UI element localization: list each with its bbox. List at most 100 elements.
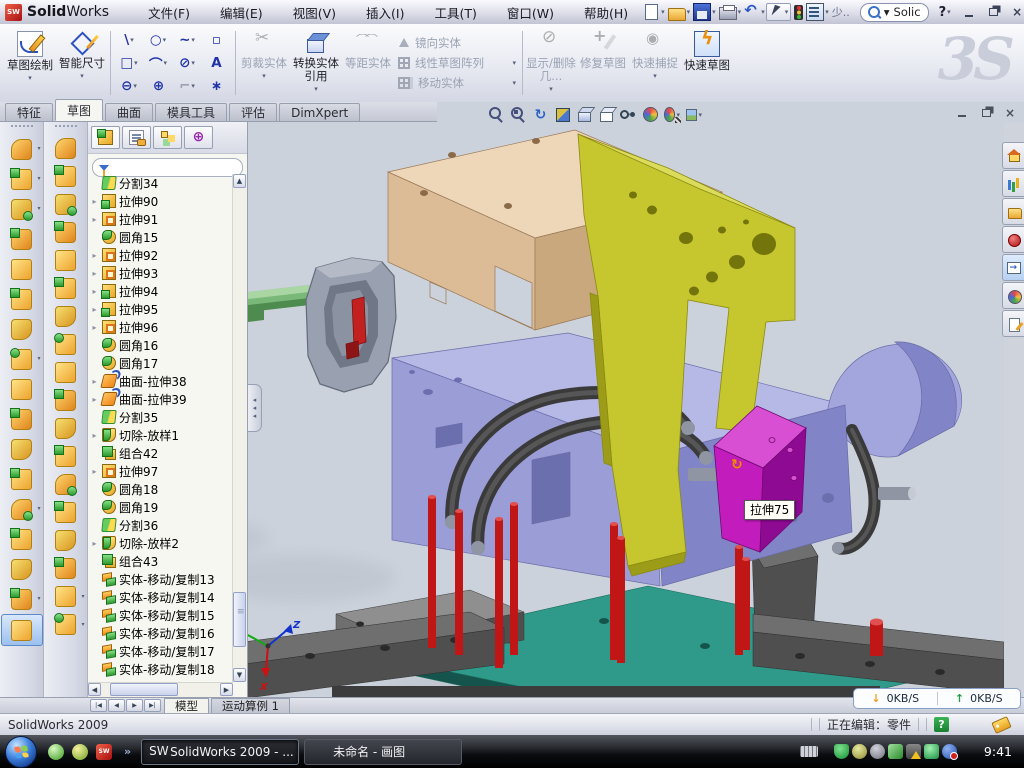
- feature-tool-button[interactable]: [46, 554, 86, 582]
- chevron-down-icon[interactable]: ▾: [761, 8, 765, 16]
- feature-tool-button[interactable]: [2, 284, 42, 314]
- tree-item[interactable]: 组合42: [90, 444, 232, 462]
- chevron-down-icon[interactable]: ▾: [698, 111, 702, 119]
- task-pane-tab[interactable]: [1002, 226, 1024, 253]
- tree-item[interactable]: 分割35: [90, 408, 232, 426]
- view-tool-button[interactable]: ▾: [620, 106, 637, 123]
- sketch-entity-button[interactable]: ○▾: [144, 29, 173, 52]
- quick-launch-icon[interactable]: SW: [96, 744, 112, 760]
- chevron-down-icon[interactable]: ▾: [191, 59, 195, 67]
- feature-tool-button[interactable]: [46, 498, 86, 526]
- tab-nav-button[interactable]: ◀: [108, 699, 125, 712]
- feature-tool-button[interactable]: ▾: [2, 584, 42, 614]
- chevron-down-icon[interactable]: ▾: [785, 8, 789, 16]
- chevron-down-icon[interactable]: ▾: [627, 111, 631, 119]
- view-tool-button[interactable]: ▾: [686, 106, 703, 123]
- toolbar-button[interactable]: ▾: [719, 4, 743, 20]
- chevron-down-icon[interactable]: ▾: [884, 5, 890, 19]
- sketch-entity-button[interactable]: ∼▾: [173, 29, 202, 52]
- chevron-down-icon[interactable]: ▾: [163, 36, 167, 44]
- toolbar-button[interactable]: ▾: [643, 4, 666, 20]
- toolbar-overflow[interactable]: 少..: [830, 4, 852, 20]
- expand-arrow-icon[interactable]: ▸: [90, 215, 99, 224]
- sketch-entity-button[interactable]: A: [202, 52, 231, 75]
- quick-launch-overflow[interactable]: »: [124, 745, 131, 758]
- feature-tool-button[interactable]: [46, 386, 86, 414]
- sketch-entity-button[interactable]: ⊕: [144, 75, 173, 98]
- sketch-entity-button[interactable]: \▾: [115, 29, 144, 52]
- feature-tool-button[interactable]: [1, 614, 43, 646]
- ribbon-stack-button[interactable]: 线性草图阵列 ▾: [398, 55, 520, 71]
- menu-item[interactable]: 窗口(W): [504, 2, 557, 23]
- graphics-viewport[interactable]: Y Z X: [248, 102, 1004, 697]
- menu-item[interactable]: 帮助(H): [581, 2, 631, 23]
- manager-tab[interactable]: [91, 126, 120, 149]
- chevron-down-icon[interactable]: ▾: [80, 70, 84, 83]
- chevron-down-icon[interactable]: ▾: [134, 59, 138, 67]
- sketch-entity-button[interactable]: ⌐▾: [173, 75, 202, 98]
- tab-nav-button[interactable]: |◀: [90, 699, 107, 712]
- tree-horizontal-scrollbar[interactable]: ◀ ▶: [88, 682, 233, 697]
- scrollbar-thumb[interactable]: [233, 592, 246, 647]
- tray-icon[interactable]: [852, 744, 867, 759]
- tree-item[interactable]: ▸ 拉伸96: [90, 318, 232, 336]
- doc-minimize-button[interactable]: [955, 107, 969, 119]
- command-tab[interactable]: 模具工具: [155, 103, 227, 121]
- tree-item[interactable]: 组合43: [90, 552, 232, 570]
- chevron-down-icon[interactable]: ▾: [37, 505, 40, 512]
- chevron-down-icon[interactable]: ▾: [191, 82, 195, 90]
- ribbon-button[interactable]: 显示/删除几... ▾: [525, 26, 577, 100]
- toolbar-grip[interactable]: [55, 125, 77, 131]
- menu-item[interactable]: 工具(T): [431, 2, 479, 23]
- search-box[interactable]: ▾ Solic: [860, 3, 929, 22]
- menu-item[interactable]: 文件(F): [145, 2, 193, 23]
- expand-arrow-icon[interactable]: ▸: [90, 269, 99, 278]
- view-tool-button[interactable]: [532, 106, 549, 123]
- help-button[interactable]: ?: [939, 5, 947, 20]
- tree-item[interactable]: 实体-移动/复制15: [90, 606, 232, 624]
- chevron-down-icon[interactable]: ▾: [676, 111, 680, 119]
- tree-item[interactable]: 实体-移动/复制17: [90, 642, 232, 660]
- chevron-down-icon[interactable]: ▾: [37, 205, 40, 212]
- feature-tool-button[interactable]: [46, 302, 86, 330]
- expand-arrow-icon[interactable]: ▸: [90, 323, 99, 332]
- tree-item[interactable]: 分割36: [90, 516, 232, 534]
- restore-button[interactable]: [986, 6, 1001, 19]
- feature-tool-button[interactable]: [2, 464, 42, 494]
- tray-icon[interactable]: [906, 744, 921, 759]
- ribbon-stack-button[interactable]: 移动实体 ▾: [398, 75, 520, 91]
- sketch-entity-button[interactable]: ∗: [202, 75, 231, 98]
- feature-tool-button[interactable]: [46, 470, 86, 498]
- feature-tool-button[interactable]: ▾: [2, 344, 42, 374]
- tree-item[interactable]: 分割34: [90, 174, 232, 192]
- expand-arrow-icon[interactable]: ▸: [90, 539, 99, 548]
- feature-tool-button[interactable]: [46, 162, 86, 190]
- tab-nav-button[interactable]: ▶: [126, 699, 143, 712]
- close-button[interactable]: ×: [1010, 6, 1024, 19]
- feature-tool-button[interactable]: [2, 524, 42, 554]
- chevron-down-icon[interactable]: ▾: [37, 145, 40, 152]
- toolbar-grip[interactable]: [11, 125, 33, 131]
- tree-item[interactable]: 实体-移动/复制13: [90, 570, 232, 588]
- command-tab[interactable]: 曲面: [105, 103, 153, 121]
- menu-item[interactable]: 视图(V): [290, 2, 339, 23]
- select-button[interactable]: ▾: [766, 3, 792, 21]
- feature-tool-button[interactable]: ▾: [46, 582, 86, 610]
- feature-tool-button[interactable]: ▾: [2, 164, 42, 194]
- chevron-down-icon[interactable]: ▾: [825, 8, 829, 16]
- tray-icon[interactable]: [888, 744, 903, 759]
- tree-item[interactable]: 实体-移动/复制14: [90, 588, 232, 606]
- tray-icon[interactable]: [942, 744, 957, 759]
- ribbon-stack-button[interactable]: 镜向实体: [398, 35, 520, 51]
- expand-arrow-icon[interactable]: ▸: [90, 467, 99, 476]
- toolbar-button[interactable]: ▾: [693, 3, 717, 21]
- menu-item[interactable]: 插入(I): [363, 2, 407, 23]
- ribbon-button[interactable]: 草图绘制 ▾: [4, 26, 56, 100]
- chevron-down-icon[interactable]: ▾: [191, 36, 195, 44]
- tray-icon[interactable]: [834, 744, 849, 759]
- feature-tool-button[interactable]: [2, 224, 42, 254]
- tree-item[interactable]: 圆角16: [90, 336, 232, 354]
- feature-tool-button[interactable]: [46, 218, 86, 246]
- manager-tab[interactable]: ⊕: [184, 126, 213, 149]
- feature-tool-button[interactable]: [46, 526, 86, 554]
